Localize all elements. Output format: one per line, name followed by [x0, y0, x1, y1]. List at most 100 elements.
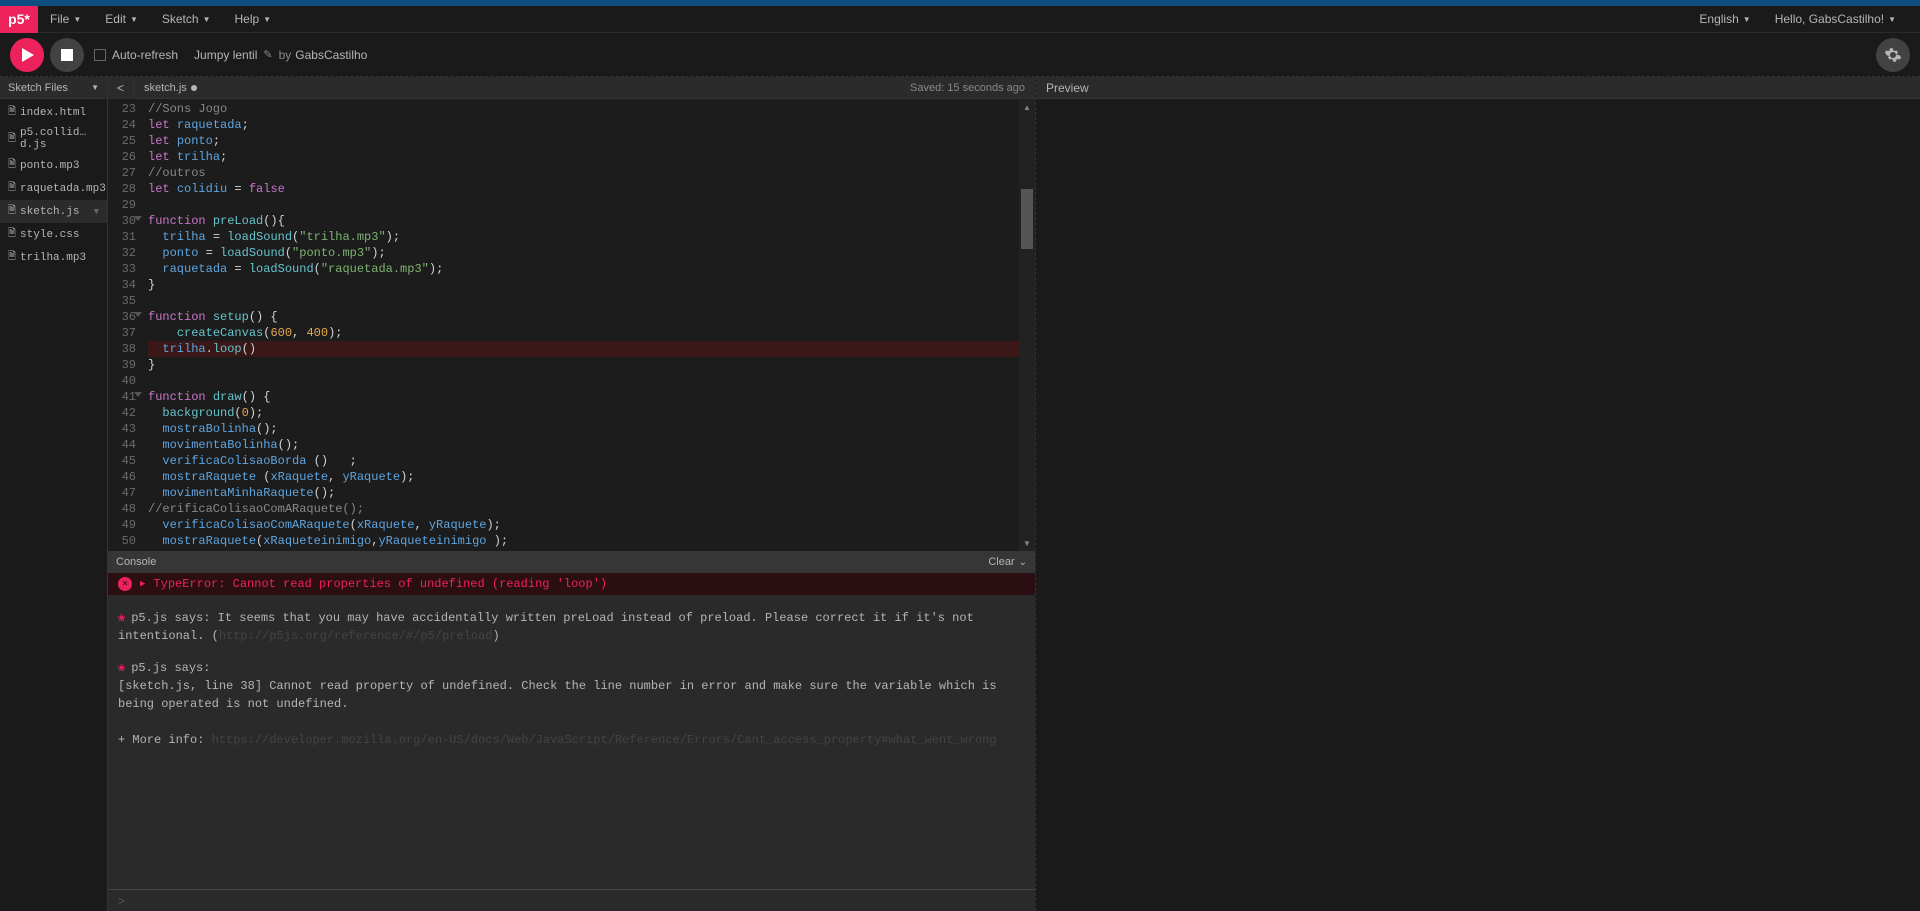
file-label: p5.collid…d.js [20, 127, 99, 151]
chevron-down-icon: ▼ [1743, 15, 1751, 24]
scroll-down-icon[interactable]: ▼ [1019, 535, 1035, 551]
file-icon: 🗎 [8, 180, 16, 197]
code-line[interactable]: createCanvas(600, 400); [148, 325, 1029, 341]
scroll-up-icon[interactable]: ▲ [1019, 99, 1035, 115]
expand-icon: ▶ [140, 579, 145, 589]
code-line[interactable]: background(0); [148, 405, 1029, 421]
code-line[interactable]: function draw() { [148, 389, 1029, 405]
code-line[interactable]: mostraRaquete (xRaquete, yRaquete); [148, 469, 1029, 485]
file-icon: 🗎 [8, 104, 16, 121]
code-area[interactable]: //Sons Jogolet raquetada;let ponto;let t… [142, 99, 1035, 551]
code-line[interactable]: verificaColisaoBorda () ; [148, 453, 1029, 469]
msg2-more: + More info: [118, 733, 212, 747]
code-line[interactable]: trilha.loop() [148, 341, 1029, 357]
code-line[interactable]: mostraBolinha(); [148, 421, 1029, 437]
file-label: trilha.mp3 [20, 252, 86, 264]
preview-title: Preview [1046, 81, 1089, 95]
chevron-down-icon: ▼ [263, 15, 271, 24]
menu-language[interactable]: English▼ [1687, 6, 1762, 33]
menu-help[interactable]: Help▼ [222, 6, 283, 33]
console-title: Console [116, 556, 156, 568]
scroll-thumb[interactable] [1021, 189, 1033, 249]
collapse-sidebar-button[interactable]: < [108, 77, 134, 99]
code-line[interactable]: movimentaRaqueteinimigo (); [148, 549, 1029, 551]
code-line[interactable]: let raquetada; [148, 117, 1029, 133]
code-line[interactable]: function preLoad(){ [148, 213, 1029, 229]
unsaved-dot-icon [191, 85, 197, 91]
clear-label: Clear [988, 556, 1014, 568]
code-editor[interactable]: 2324252627282930313233343536373839404142… [108, 99, 1035, 551]
author-link[interactable]: GabsCastilho [295, 48, 367, 62]
code-line[interactable] [148, 293, 1029, 309]
settings-button[interactable] [1876, 38, 1910, 72]
code-line[interactable]: movimentaMinhaRaquete(); [148, 485, 1029, 501]
code-line[interactable] [148, 197, 1029, 213]
msg2-link[interactable]: https://developer.mozilla.org/en-US/docs… [212, 733, 997, 747]
code-line[interactable]: mostraRaquete(xRaqueteinimigo,yRaquetein… [148, 533, 1029, 549]
p5-logo[interactable]: p5* [0, 6, 38, 33]
code-line[interactable]: } [148, 357, 1029, 373]
file-item[interactable]: 🗎trilha.mp3 [0, 246, 107, 269]
file-item[interactable]: 🗎ponto.mp3 [0, 154, 107, 177]
menu-user[interactable]: Hello, GabsCastilho!▼ [1763, 6, 1908, 33]
clear-button[interactable]: Clear ⌄ [988, 556, 1027, 568]
pencil-icon[interactable]: ✎ [263, 48, 272, 61]
console-error-row[interactable]: ✕ ▶ TypeError: Cannot read properties of… [108, 573, 1035, 595]
menubar: p5* File▼ Edit▼ Sketch▼ Help▼ English▼ H… [0, 6, 1920, 33]
code-line[interactable]: //Sons Jogo [148, 101, 1029, 117]
file-label: sketch.js [20, 206, 79, 218]
sidebar-title: Sketch Files [8, 82, 68, 94]
code-line[interactable]: verificaColisaoComARaquete(xRaquete, yRa… [148, 517, 1029, 533]
file-item[interactable]: 🗎p5.collid…d.js [0, 124, 107, 154]
menu-file[interactable]: File▼ [38, 6, 93, 33]
file-label: style.css [20, 229, 79, 241]
tabbar: < sketch.js Saved: 15 seconds ago [108, 77, 1035, 99]
stop-button[interactable] [50, 38, 84, 72]
menu-sketch-label: Sketch [162, 12, 199, 26]
menu-edit[interactable]: Edit▼ [93, 6, 150, 33]
file-label: index.html [20, 107, 86, 119]
chevron-down-icon: ▼ [73, 15, 81, 24]
play-button[interactable] [10, 38, 44, 72]
msg1-close: ) [492, 629, 499, 643]
code-line[interactable]: //outros [148, 165, 1029, 181]
file-icon: 🗎 [8, 203, 16, 220]
chevron-down-icon: ▼ [91, 83, 99, 92]
console-message-2: ❀p5.js says: [sketch.js, line 38] Cannot… [118, 659, 1025, 749]
msg1-link[interactable]: http://p5js.org/reference/#/p5/preload [219, 629, 493, 643]
file-label: raquetada.mp3 [20, 183, 106, 195]
menu-sketch[interactable]: Sketch▼ [150, 6, 223, 33]
tab-sketch[interactable]: sketch.js [134, 77, 207, 99]
code-line[interactable]: let colidiu = false [148, 181, 1029, 197]
code-line[interactable]: raquetada = loadSound("raquetada.mp3"); [148, 261, 1029, 277]
checkbox-icon [94, 49, 106, 61]
file-item[interactable]: 🗎 sketch.js ▼ [0, 200, 107, 223]
chevron-down-icon: ⌄ [1019, 557, 1027, 568]
sketch-name-text[interactable]: Jumpy lentil [194, 48, 257, 62]
file-item[interactable]: 🗎 index.html [0, 101, 107, 124]
auto-refresh-toggle[interactable]: Auto-refresh [94, 48, 178, 62]
chevron-down-icon: ▼ [94, 207, 99, 217]
sidebar-header[interactable]: Sketch Files ▼ [0, 77, 107, 99]
code-line[interactable]: let ponto; [148, 133, 1029, 149]
code-line[interactable]: ponto = loadSound("ponto.mp3"); [148, 245, 1029, 261]
sketch-name: Jumpy lentil ✎ by GabsCastilho [194, 48, 367, 62]
vertical-scrollbar[interactable]: ▲ ▼ [1019, 99, 1035, 551]
file-item[interactable]: 🗎style.css [0, 223, 107, 246]
console-body: ✕ ▶ TypeError: Cannot read properties of… [108, 573, 1035, 889]
console: Console Clear ⌄ ✕ ▶ TypeError: Cannot re… [108, 551, 1035, 911]
code-line[interactable]: function setup() { [148, 309, 1029, 325]
file-label: ponto.mp3 [20, 160, 79, 172]
file-list: 🗎index.html🗎p5.collid…d.js🗎ponto.mp3🗎raq… [0, 99, 107, 271]
menu-left: File▼ Edit▼ Sketch▼ Help▼ [38, 6, 283, 33]
code-line[interactable]: } [148, 277, 1029, 293]
console-input[interactable]: > [108, 889, 1035, 911]
code-line[interactable]: //erificaColisaoComARaquete(); [148, 501, 1029, 517]
error-text: TypeError: Cannot read properties of und… [153, 577, 607, 591]
code-line[interactable]: trilha = loadSound("trilha.mp3"); [148, 229, 1029, 245]
code-line[interactable]: let trilha; [148, 149, 1029, 165]
file-item[interactable]: 🗎 raquetada.mp3 [0, 177, 107, 200]
code-line[interactable]: movimentaBolinha(); [148, 437, 1029, 453]
msg2-head: p5.js says: [131, 661, 210, 675]
code-line[interactable] [148, 373, 1029, 389]
